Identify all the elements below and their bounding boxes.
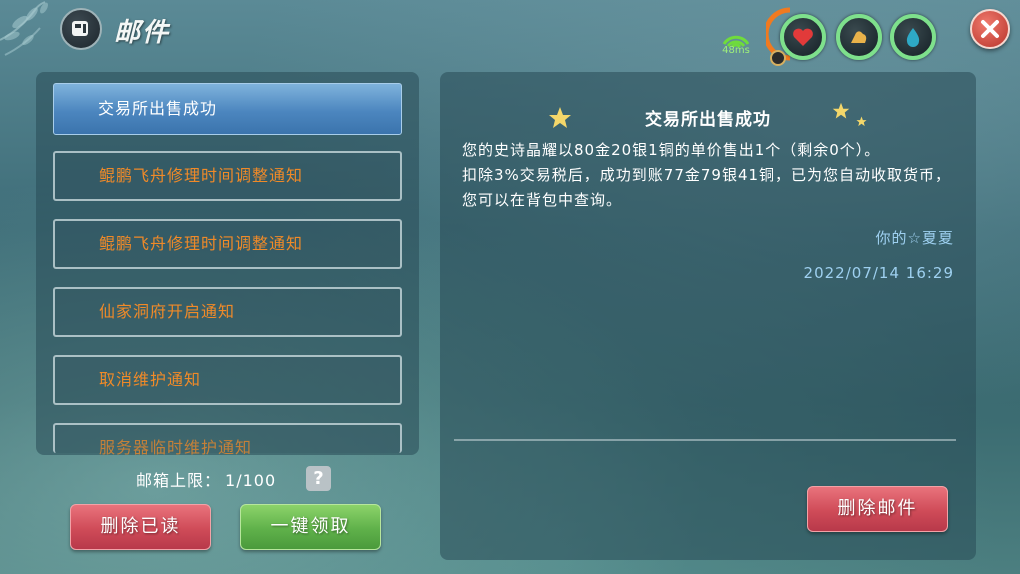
- strength-stat-button[interactable]: [836, 14, 882, 60]
- close-icon: [981, 20, 999, 38]
- arm-icon: [851, 31, 867, 43]
- mail-title: 交易所出售成功: [645, 110, 771, 130]
- mail-list-item[interactable]: 仙家洞府开启通知: [53, 287, 402, 337]
- delete-read-button[interactable]: 删除已读: [70, 504, 211, 550]
- mail-list-item[interactable]: 交易所出售成功: [53, 83, 402, 135]
- ping-value: 48ms: [722, 45, 750, 56]
- mail-list-panel[interactable]: 交易所出售成功 鲲鹏飞舟修理时间调整通知 鲲鹏飞舟修理时间调整通知 仙家洞府开启…: [36, 72, 419, 455]
- mail-body: 您的史诗晶耀以80金20银1铜的单价售出1个（剩余0个）。 扣除3%交易税后，成…: [462, 138, 962, 213]
- mail-list-item[interactable]: 鲲鹏飞舟修理时间调整通知: [53, 151, 402, 201]
- mail-list-item[interactable]: 服务器临时维护通知: [53, 423, 402, 455]
- mail-list-item[interactable]: 取消维护通知: [53, 355, 402, 405]
- heart-icon: [793, 28, 813, 46]
- mail-body-line: 扣除3%交易税后，成功到账77金79银41铜，已为您自动收取货币，您可以在背包中…: [462, 166, 952, 209]
- divider: [454, 439, 956, 441]
- shield-icon: [770, 50, 786, 66]
- page-title: 邮件: [114, 18, 171, 48]
- delete-mail-button[interactable]: 删除邮件: [807, 486, 948, 532]
- help-icon[interactable]: ?: [306, 466, 331, 491]
- mail-sender: 你的☆夏夏: [875, 229, 954, 247]
- mana-stat-button[interactable]: [890, 14, 936, 60]
- header-bar: 邮件 48ms: [0, 0, 1020, 66]
- close-button[interactable]: [970, 9, 1010, 49]
- mailbox-limit: 邮箱上限： 1/100: [136, 467, 276, 491]
- claim-all-button[interactable]: 一键领取: [240, 504, 381, 550]
- mail-body-line: 您的史诗晶耀以80金20银1铜的单价售出1个（剩余0个）。: [462, 141, 881, 159]
- droplet-icon: [906, 28, 920, 47]
- mail-list-item[interactable]: 鲲鹏飞舟修理时间调整通知: [53, 219, 402, 269]
- mail-date: 2022/07/14 16:29: [803, 264, 954, 282]
- mail-icon: [60, 8, 102, 50]
- mailbox-limit-value: 1/100: [225, 471, 277, 490]
- hp-stat-button[interactable]: [780, 14, 826, 60]
- mailbox-limit-label: 邮箱上限：: [136, 471, 222, 490]
